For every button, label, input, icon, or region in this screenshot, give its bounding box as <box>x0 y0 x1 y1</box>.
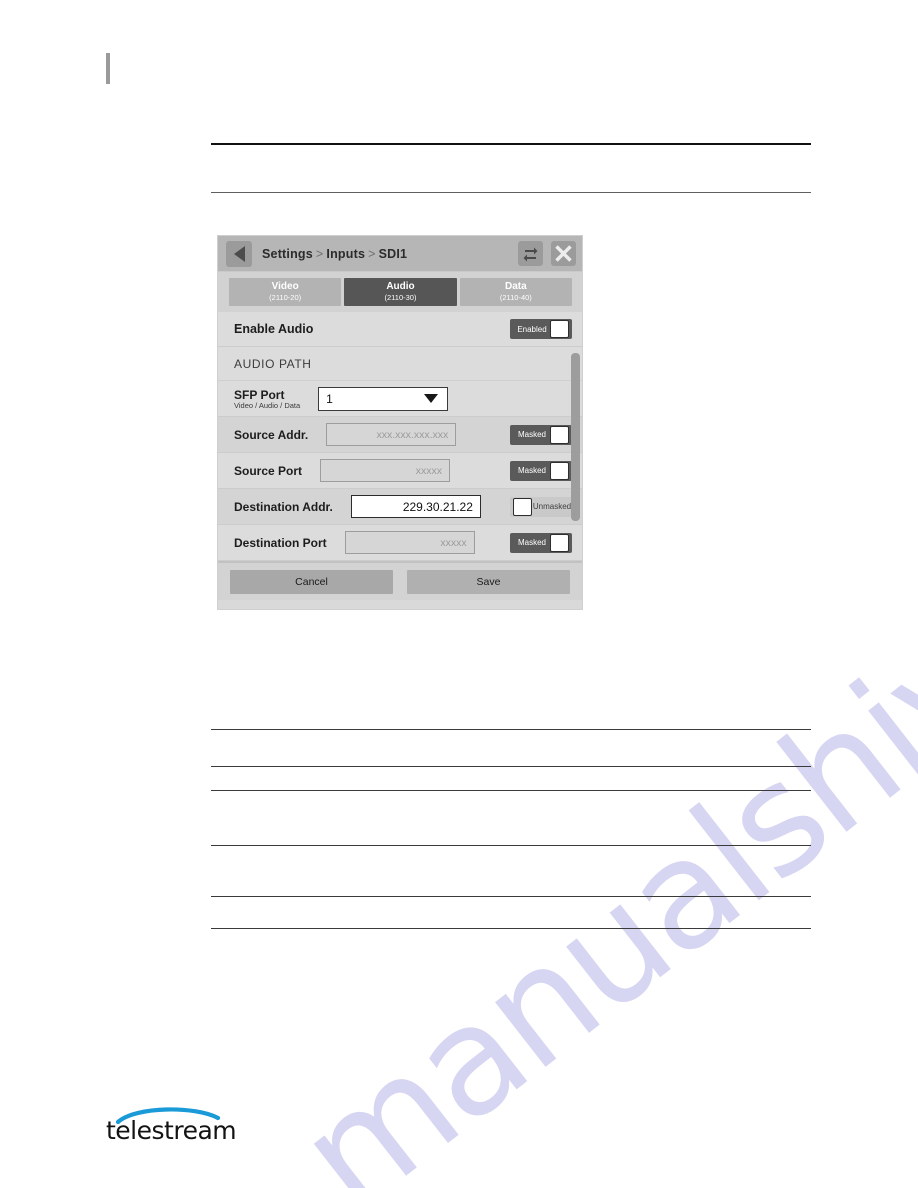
sfp-port-select[interactable]: 1 <box>318 386 449 411</box>
tab-data-label: Data <box>504 281 527 292</box>
toggle-knob <box>550 425 569 444</box>
row-sfp-port: SFP Port Video / Audio / Data 1 <box>218 381 582 418</box>
close-button[interactable] <box>551 241 576 266</box>
chapter-marker-bar <box>106 53 110 84</box>
row-source-port: Source Port xxxxx Masked <box>218 453 582 490</box>
source-addr-mask-toggle[interactable]: Masked <box>510 424 572 445</box>
row-enable-audio: Enable Audio Enabled <box>218 312 582 348</box>
destination-addr-mask-toggle[interactable]: Unmasked <box>510 496 572 517</box>
breadcrumb-separator: > <box>315 246 324 261</box>
cancel-button[interactable]: Cancel <box>230 569 393 594</box>
triangle-left-icon <box>233 245 245 262</box>
save-button[interactable]: Save <box>407 569 570 594</box>
source-port-mask-label: Masked <box>517 466 546 476</box>
sfp-port-field-wrap: 1 <box>318 386 449 411</box>
chevron-down-icon <box>424 394 439 404</box>
source-port-label: Source Port <box>234 463 303 478</box>
enable-audio-toggle-label: Enabled <box>517 324 547 334</box>
sfp-port-label: SFP Port Video / Audio / Data <box>234 388 300 410</box>
tab-video-sublabel: (2110-20) <box>269 292 302 302</box>
tab-video[interactable]: Video (2110-20) <box>229 278 342 307</box>
breadcrumb-item-settings[interactable]: Settings <box>262 247 313 261</box>
dialog-titlebar: Settings > Inputs > SDI1 <box>218 236 582 272</box>
source-addr-placeholder: xxx.xxx.xxx.xxx <box>376 428 449 441</box>
row-source-addr: Source Addr. xxx.xxx.xxx.xxx Masked <box>218 417 582 454</box>
destination-port-label: Destination Port <box>234 535 327 550</box>
rule-1 <box>211 143 811 145</box>
source-port-mask-toggle[interactable]: Masked <box>510 460 572 481</box>
rule-3 <box>211 729 811 730</box>
enable-audio-toggle[interactable]: Enabled <box>510 319 572 340</box>
destination-port-mask-label: Masked <box>517 538 546 548</box>
rule-8 <box>211 928 811 929</box>
destination-port-placeholder: xxxxx <box>440 536 467 549</box>
source-addr-field-wrap: xxx.xxx.xxx.xxx <box>326 423 457 447</box>
enable-audio-label: Enable Audio <box>234 322 314 337</box>
breadcrumb: Settings > Inputs > SDI1 <box>262 247 407 261</box>
sfp-port-sublabel: Video / Audio / Data <box>234 400 301 410</box>
destination-addr-value: 229.30.21.22 <box>402 499 473 514</box>
tab-audio-label: Audio <box>386 281 415 292</box>
rule-7 <box>211 896 811 897</box>
form-scrollbar[interactable] <box>571 353 580 563</box>
tab-audio-sublabel: (2110-30) <box>384 292 417 302</box>
tab-data[interactable]: Data (2110-40) <box>459 278 572 307</box>
device-settings-dialog: Settings > Inputs > SDI1 Video (2110-20)… <box>218 236 582 609</box>
source-addr-label: Source Addr. <box>234 427 309 442</box>
protocol-tabs: Video (2110-20) Audio (2110-30) Data (21… <box>218 272 582 313</box>
section-audio-path-title: AUDIO PATH <box>218 347 582 382</box>
toggle-knob <box>550 320 569 339</box>
telestream-logo: telestream <box>106 1104 237 1146</box>
telestream-wordmark: telestream <box>106 1116 237 1145</box>
destination-port-mask-toggle[interactable]: Masked <box>510 532 572 553</box>
dialog-footer: Cancel Save <box>218 561 582 601</box>
source-port-input[interactable]: xxxxx <box>320 459 451 483</box>
sfp-port-value: 1 <box>326 391 333 406</box>
row-destination-port: Destination Port xxxxx Masked <box>218 525 582 562</box>
document-page: manualshive.com Settings>Inputs>SDI1 <box>0 0 918 1188</box>
destination-addr-mask-label: Unmasked <box>532 502 572 512</box>
tab-video-label: Video <box>271 281 299 292</box>
swap-arrows-icon <box>523 247 538 262</box>
rule-5 <box>211 790 811 791</box>
source-addr-mask-label: Masked <box>517 430 546 440</box>
back-button[interactable] <box>226 240 252 267</box>
titlebar-actions <box>518 241 576 266</box>
source-port-placeholder: xxxxx <box>415 464 443 477</box>
tab-data-sublabel: (2110-40) <box>499 292 532 302</box>
destination-port-input[interactable]: xxxxx <box>344 531 475 555</box>
breadcrumb-item-sdi1[interactable]: SDI1 <box>379 247 408 261</box>
rule-4 <box>211 766 811 767</box>
destination-addr-label: Destination Addr. <box>234 499 333 514</box>
toggle-knob <box>513 497 532 516</box>
destination-port-field-wrap: xxxxx <box>344 531 475 555</box>
toggle-knob <box>550 533 569 552</box>
rule-6 <box>211 845 811 846</box>
close-x-icon <box>555 245 572 262</box>
destination-addr-field-wrap: 229.30.21.22 <box>350 495 481 519</box>
sfp-port-label-text: SFP Port <box>234 387 285 402</box>
breadcrumb-item-inputs[interactable]: Inputs <box>326 247 365 261</box>
row-destination-addr: Destination Addr. 229.30.21.22 Unmasked <box>218 489 582 526</box>
rule-2 <box>211 192 811 193</box>
tab-audio[interactable]: Audio (2110-30) <box>344 278 457 307</box>
breadcrumb-separator: > <box>368 246 376 261</box>
swap-arrows-button[interactable] <box>518 241 543 266</box>
scrollbar-thumb[interactable] <box>571 353 580 521</box>
toggle-knob <box>550 461 569 480</box>
source-port-field-wrap: xxxxx <box>320 459 451 483</box>
source-addr-input[interactable]: xxx.xxx.xxx.xxx <box>326 423 457 447</box>
destination-addr-input[interactable]: 229.30.21.22 <box>350 495 481 519</box>
